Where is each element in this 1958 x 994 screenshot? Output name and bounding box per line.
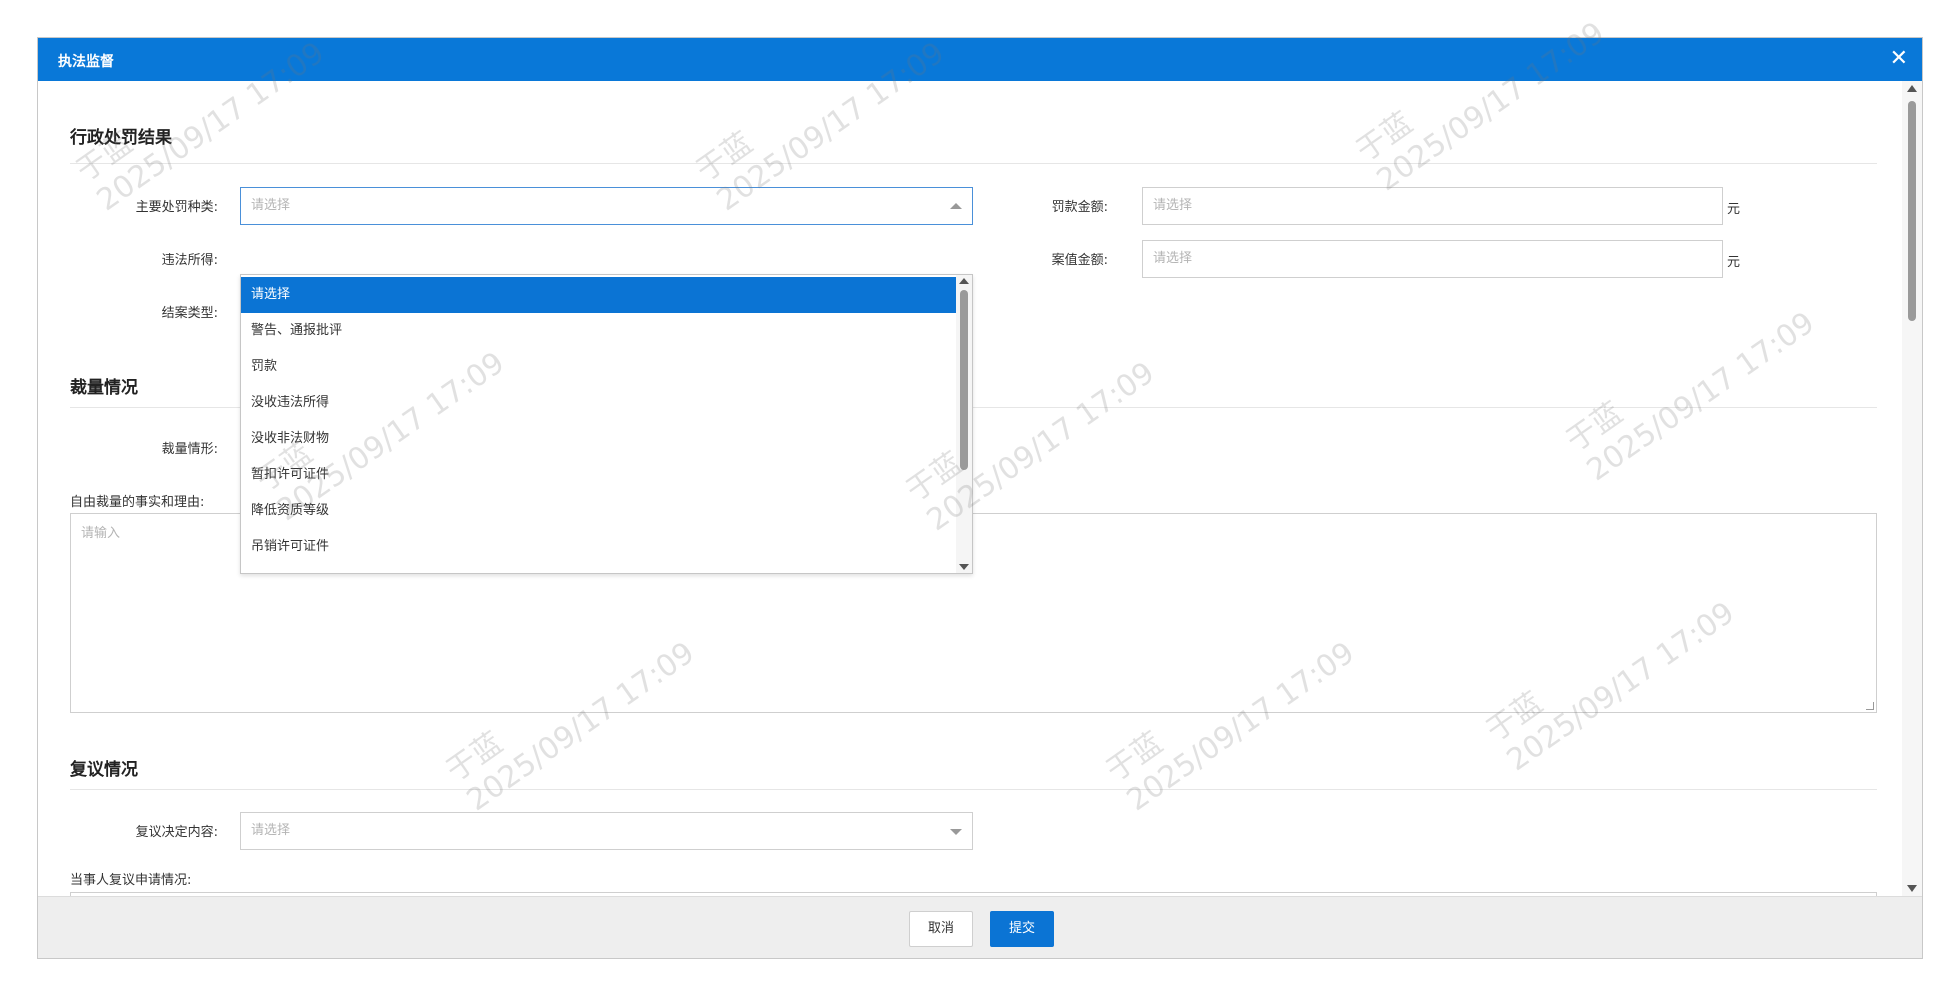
illegal-income-label: 违法所得: (161, 253, 218, 268)
dropdown-option-1[interactable]: 警告、通报批评 (241, 313, 956, 349)
section-title-discretion: 裁量情况 (70, 378, 138, 398)
main-type-placeholder: 请选择 (251, 198, 291, 213)
dropdown-option-6[interactable]: 降低资质等级 (241, 493, 956, 529)
case-value-label: 案值金额: (1051, 253, 1108, 268)
main-type-select[interactable]: 请选择 (240, 187, 973, 225)
case-value-placeholder: 请选择 (1153, 251, 1193, 266)
chevron-down-icon (950, 829, 962, 835)
section-divider (70, 163, 1877, 164)
enforcement-dialog: 执法监督 ✕ 行政处罚结果 主要处罚种类: 请选择 罚款金额: 请选择 元 违法… (37, 37, 1923, 959)
discretion-facts-label: 自由裁量的事实和理由: (70, 495, 205, 510)
dropdown-option-4[interactable]: 没收非法财物 (241, 421, 956, 457)
dialog-titlebar: 执法监督 ✕ (38, 38, 1922, 81)
discretion-facts-placeholder: 请输入 (81, 526, 121, 541)
main-type-label: 主要处罚种类: (135, 200, 218, 215)
dialog-scroll-thumb[interactable] (1908, 101, 1916, 321)
review-decision-label: 复议决定内容: (135, 825, 218, 840)
review-decision-placeholder: 请选择 (251, 823, 291, 838)
main-type-dropdown-list: 请选择 警告、通报批评 罚款 没收违法所得 没收非法财物 暂扣许可证件 降低资质… (240, 274, 973, 574)
scroll-down-arrow-icon[interactable] (1907, 885, 1917, 892)
fine-amount-field[interactable]: 请选择 (1142, 187, 1723, 225)
dropdown-scrollbar[interactable] (956, 275, 972, 573)
section-title-review: 复议情况 (70, 760, 138, 780)
dialog-title: 执法监督 (58, 54, 114, 70)
dropdown-option-2[interactable]: 罚款 (241, 349, 956, 385)
review-decision-select[interactable]: 请选择 (240, 812, 973, 850)
fine-amount-placeholder: 请选择 (1153, 198, 1193, 213)
case-value-unit: 元 (1727, 255, 1741, 270)
dialog-footer: 取消 提交 (38, 896, 1922, 958)
dropdown-scroll-thumb[interactable] (960, 290, 968, 470)
dialog-body: 行政处罚结果 主要处罚种类: 请选择 罚款金额: 请选择 元 违法所得: 案值金… (38, 81, 1904, 896)
resize-handle-icon[interactable] (1866, 702, 1874, 710)
scroll-up-arrow-icon[interactable] (959, 278, 969, 284)
fine-unit: 元 (1727, 202, 1741, 217)
dropdown-option-0[interactable]: 请选择 (241, 277, 956, 313)
scroll-down-arrow-icon[interactable] (959, 564, 969, 570)
close-icon[interactable]: ✕ (1890, 46, 1908, 72)
section-title-penalty-result: 行政处罚结果 (70, 128, 172, 148)
discretion-situation-label: 裁量情形: (161, 442, 218, 457)
submit-button[interactable]: 提交 (990, 911, 1054, 947)
scroll-up-arrow-icon[interactable] (1907, 85, 1917, 92)
dropdown-option-5[interactable]: 暂扣许可证件 (241, 457, 956, 493)
party-review-label: 当事人复议申请情况: (70, 873, 192, 888)
section-divider (70, 789, 1877, 790)
close-type-label: 结案类型: (161, 306, 218, 321)
dialog-scrollbar[interactable] (1902, 81, 1922, 896)
fine-amount-label: 罚款金额: (1051, 200, 1108, 215)
dropdown-option-7[interactable]: 吊销许可证件 (241, 529, 956, 565)
dropdown-option-3[interactable]: 没收违法所得 (241, 385, 956, 421)
chevron-up-icon (950, 203, 962, 209)
cancel-button[interactable]: 取消 (909, 911, 973, 947)
case-value-field[interactable]: 请选择 (1142, 240, 1723, 278)
